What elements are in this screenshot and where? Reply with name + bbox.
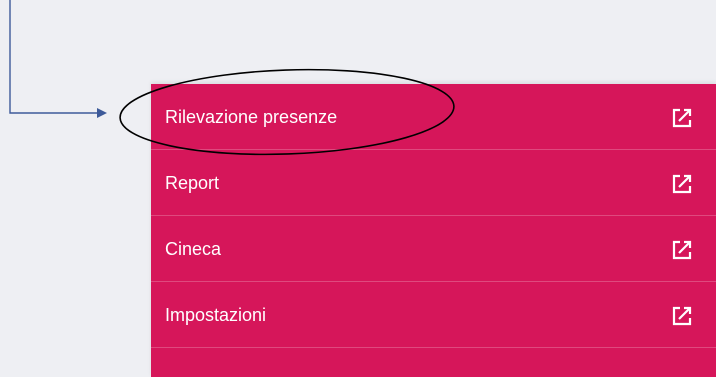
menu-item-cineca[interactable]: Cineca: [151, 216, 716, 282]
menu-item-report[interactable]: Report: [151, 150, 716, 216]
menu-item-label: Rilevazione presenze: [165, 107, 338, 127]
external-link-icon: [672, 108, 692, 128]
menu-item-label: Report: [165, 173, 220, 193]
external-link-icon: [672, 306, 692, 326]
menu-panel: Rilevazione presenze Report Cineca Impos…: [151, 84, 716, 377]
menu-item-rilevazione-presenze[interactable]: Rilevazione presenze: [151, 84, 716, 150]
external-link-icon: [672, 174, 692, 194]
external-link-icon: [672, 240, 692, 260]
menu-item-label: Impostazioni: [165, 305, 267, 325]
menu-item-impostazioni[interactable]: Impostazioni: [151, 282, 716, 348]
menu-item-label: Cineca: [165, 239, 222, 259]
annotation-arrow: [9, 0, 107, 118]
